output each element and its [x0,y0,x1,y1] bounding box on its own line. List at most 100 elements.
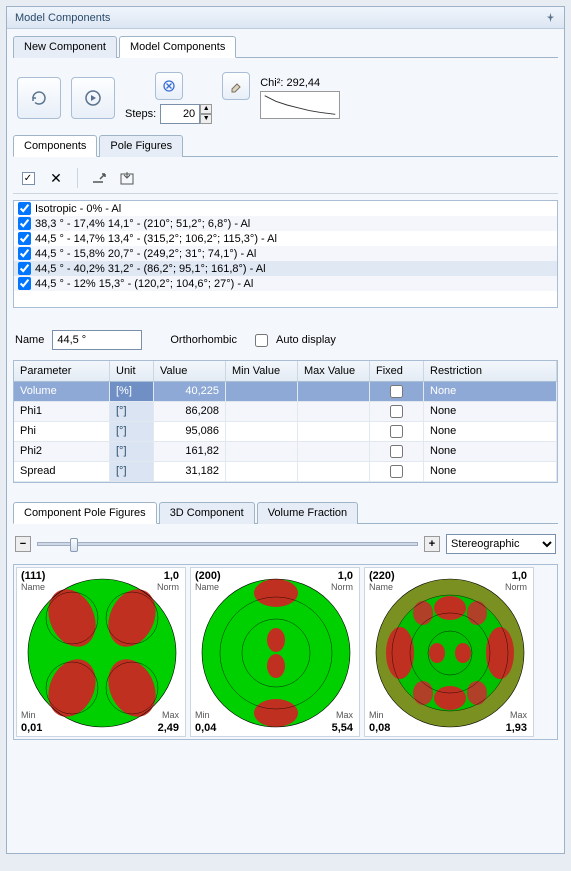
tab-3d-component[interactable]: 3D Component [159,502,255,524]
col-max[interactable]: Max Value [298,361,370,382]
cell-max[interactable] [298,442,370,462]
steps-down[interactable]: ▼ [200,114,212,124]
tab-volume-fraction[interactable]: Volume Fraction [257,502,358,524]
cell-min[interactable] [226,422,298,442]
fixed-checkbox[interactable] [390,385,403,398]
list-checkbox[interactable] [18,262,31,275]
pf-name-lbl: Name [21,582,45,592]
cancel-steps-button[interactable] [155,72,183,100]
grid-row[interactable]: Volume [%] 40,225 None [14,382,557,402]
col-value[interactable]: Value [154,361,226,382]
save-button[interactable] [116,167,138,189]
cell-max[interactable] [298,382,370,402]
slider-thumb[interactable] [70,538,78,552]
fixed-checkbox[interactable] [390,445,403,458]
steps-spinner: ▲ ▼ [200,104,212,124]
list-checkbox[interactable] [18,232,31,245]
col-parameter[interactable]: Parameter [14,361,110,382]
cell-restriction[interactable]: None [424,402,557,422]
list-item[interactable]: 44,5 ° - 40,2% 31,2° - (86,2°; 95,1°; 16… [14,261,557,276]
pf-min: 0,01 [21,722,42,734]
name-input[interactable] [52,330,142,350]
list-checkbox[interactable] [18,202,31,215]
pin-icon[interactable] [545,12,556,23]
components-toolbar: ✓ ✕ [13,163,558,194]
fixed-checkbox[interactable] [390,425,403,438]
panel-header: Model Components [7,7,564,29]
cell-value[interactable]: 31,182 [154,462,226,482]
zoom-in-button[interactable]: + [424,536,440,552]
tab-components[interactable]: Components [13,135,97,157]
cell-restriction[interactable]: None [424,422,557,442]
play-button[interactable] [71,77,115,119]
top-toolbar: Steps: ▲ ▼ Chi²: 292,44 [13,64,558,128]
export-button[interactable] [88,167,110,189]
cell-value[interactable]: 86,208 [154,402,226,422]
list-checkbox[interactable] [18,247,31,260]
list-item[interactable]: Isotropic - 0% - Al [14,201,557,216]
list-item-label: 44,5 ° - 14,7% 13,4° - (315,2°; 106,2°; … [35,233,277,245]
projection-select[interactable]: Stereographic [446,534,556,554]
pf-hkl: (220) [369,570,395,582]
zoom-out-button[interactable]: − [15,536,31,552]
eraser-button[interactable] [222,72,250,100]
pf-min: 0,04 [195,722,216,734]
cell-fixed[interactable] [370,442,424,462]
tab-component-pole-figures[interactable]: Component Pole Figures [13,502,157,524]
steps-input[interactable] [160,104,200,124]
col-fixed[interactable]: Fixed [370,361,424,382]
col-restriction[interactable]: Restriction [424,361,557,382]
refresh-button[interactable] [17,77,61,119]
cell-fixed[interactable] [370,422,424,442]
cell-max[interactable] [298,462,370,482]
delete-button[interactable]: ✕ [45,167,67,189]
cell-value[interactable]: 95,086 [154,422,226,442]
list-item[interactable]: 38,3 ° - 17,4% 14,1° - (210°; 51,2°; 6,8… [14,216,557,231]
col-unit[interactable]: Unit [110,361,154,382]
cell-restriction[interactable]: None [424,382,557,402]
list-item-label: 44,5 ° - 12% 15,3° - (120,2°; 104,6°; 27… [35,278,253,290]
auto-display-checkbox[interactable] [255,334,268,347]
list-item[interactable]: 44,5 ° - 12% 15,3° - (120,2°; 104,6°; 27… [14,276,557,291]
pf-min-lbl: Min [369,710,384,720]
cell-max[interactable] [298,422,370,442]
cell-min[interactable] [226,462,298,482]
cell-fixed[interactable] [370,402,424,422]
tab-new-component[interactable]: New Component [13,36,117,58]
check-all-button[interactable]: ✓ [17,167,39,189]
list-item[interactable]: 44,5 ° - 15,8% 20,7° - (249,2°; 31°; 74,… [14,246,557,261]
grid-row[interactable]: Spread [°] 31,182 None [14,462,557,482]
list-item[interactable]: 44,5 ° - 14,7% 13,4° - (315,2°; 106,2°; … [14,231,557,246]
list-checkbox[interactable] [18,277,31,290]
cell-restriction[interactable]: None [424,462,557,482]
grid-row[interactable]: Phi2 [°] 161,82 None [14,442,557,462]
pf-max-lbl: Max [510,710,527,720]
cell-min[interactable] [226,402,298,422]
pole-figure-(111)[interactable]: (111)Name1,0NormMin0,01Max2,49 [16,567,186,737]
cell-fixed[interactable] [370,382,424,402]
fixed-checkbox[interactable] [390,405,403,418]
cell-value[interactable]: 40,225 [154,382,226,402]
steps-up[interactable]: ▲ [200,104,212,114]
pole-figure-(200)[interactable]: (200)Name1,0NormMin0,04Max5,54 [190,567,360,737]
cell-restriction[interactable]: None [424,442,557,462]
cell-min[interactable] [226,382,298,402]
cell-fixed[interactable] [370,462,424,482]
cell-value[interactable]: 161,82 [154,442,226,462]
component-list[interactable]: Isotropic - 0% - Al 38,3 ° - 17,4% 14,1°… [13,200,558,308]
fixed-checkbox[interactable] [390,465,403,478]
tab-model-components[interactable]: Model Components [119,36,236,58]
grid-row[interactable]: Phi [°] 95,086 None [14,422,557,442]
export-icon [91,170,107,186]
cell-min[interactable] [226,442,298,462]
steps-label: Steps: [125,108,156,120]
zoom-slider[interactable] [37,542,418,546]
cancel-icon [163,80,175,92]
pole-figure-(220)[interactable]: (220)Name1,0NormMin0,08Max1,93 [364,567,534,737]
list-checkbox[interactable] [18,217,31,230]
grid-row[interactable]: Phi1 [°] 86,208 None [14,402,557,422]
cell-max[interactable] [298,402,370,422]
tab-pole-figures[interactable]: Pole Figures [99,135,183,157]
col-min[interactable]: Min Value [226,361,298,382]
bottom-tabs: Component Pole Figures 3D Component Volu… [13,501,558,524]
